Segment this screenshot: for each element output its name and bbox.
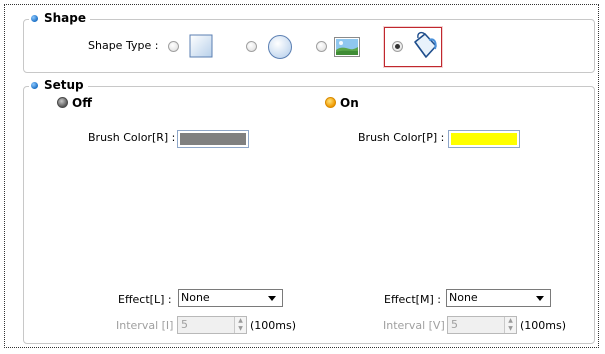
shape-group-title-text: Shape <box>44 11 87 25</box>
on-interval-unit: (100ms) <box>520 319 567 332</box>
shape-radio-image[interactable] <box>316 41 327 52</box>
off-interval-value: 5 <box>181 318 188 331</box>
spin-up-icon[interactable]: ▲ <box>235 317 246 325</box>
off-interval-stepper[interactable]: 5 ▲ ▼ <box>177 316 247 334</box>
on-interval-value: 5 <box>451 318 458 331</box>
shape-type-label: Shape Type : <box>88 39 159 52</box>
group-bullet-icon <box>31 14 38 22</box>
off-effect-label: Effect[L] : <box>118 293 172 306</box>
circle-icon[interactable] <box>267 34 293 60</box>
shape-group-title: Shape <box>29 11 91 25</box>
off-brush-color-label: Brush Color[R] : <box>88 131 176 144</box>
off-interval-unit: (100ms) <box>250 319 297 332</box>
off-interval-spin-buttons[interactable]: ▲ ▼ <box>234 317 246 333</box>
shape-radio-paint-bucket[interactable] <box>392 41 403 52</box>
shape-radio-square[interactable] <box>168 41 179 52</box>
image-icon[interactable] <box>334 37 360 57</box>
on-brush-color-fill <box>451 133 517 145</box>
chevron-down-icon[interactable] <box>536 296 544 301</box>
shape-radio-circle[interactable] <box>246 41 257 52</box>
off-effect-value: None <box>181 291 210 304</box>
on-interval-spin-buttons[interactable]: ▲ ▼ <box>504 317 516 333</box>
on-interval-label: Interval [V] : <box>383 319 452 332</box>
on-effect-value: None <box>449 291 478 304</box>
on-indicator-icon <box>325 97 336 108</box>
off-interval-label: Interval [I] : <box>116 319 181 332</box>
setup-group-title: Setup <box>29 78 88 92</box>
off-effect-select[interactable]: None <box>178 289 283 307</box>
on-brush-color-swatch[interactable] <box>448 130 520 148</box>
off-brush-color-fill <box>180 133 246 145</box>
group-bullet-icon <box>31 81 38 89</box>
on-effect-select[interactable]: None <box>446 289 551 307</box>
off-brush-color-swatch[interactable] <box>177 130 249 148</box>
on-brush-color-label: Brush Color[P] : <box>358 131 445 144</box>
on-label: On <box>340 96 359 110</box>
on-effect-label: Effect[M] : <box>384 293 441 306</box>
spin-up-icon[interactable]: ▲ <box>505 317 516 325</box>
square-icon[interactable] <box>189 34 213 58</box>
paint-bucket-icon[interactable] <box>409 30 439 62</box>
chevron-down-icon[interactable] <box>268 296 276 301</box>
spin-down-icon[interactable]: ▼ <box>235 325 246 333</box>
off-label: Off <box>72 96 92 110</box>
off-indicator-icon <box>57 97 68 108</box>
setup-group-title-text: Setup <box>44 78 84 92</box>
spin-down-icon[interactable]: ▼ <box>505 325 516 333</box>
on-interval-stepper[interactable]: 5 ▲ ▼ <box>447 316 517 334</box>
